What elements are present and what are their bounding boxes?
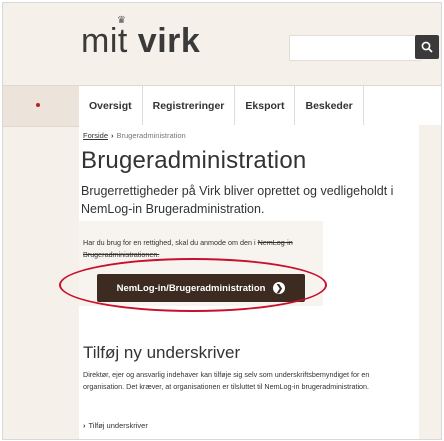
nav-item-beskeder[interactable]: Beskeder — [295, 86, 364, 126]
right-margin — [419, 125, 441, 439]
nav-marker — [36, 103, 40, 107]
nav-item-oversigt[interactable]: Oversigt — [79, 86, 143, 126]
nav-filler — [364, 86, 441, 126]
section-title: Tilføj ny underskriver — [83, 343, 241, 362]
search-icon — [421, 41, 433, 53]
search-input[interactable] — [289, 35, 421, 61]
page-frame: ♛ mit virk Oversigt Registreringer Ekspo… — [2, 2, 442, 440]
highlight-ellipse — [59, 258, 327, 312]
logo[interactable]: mit virk — [81, 21, 200, 61]
logo-brand: virk — [137, 22, 201, 60]
section-text: Direktør, ejer og ansvarlig indehaver ka… — [83, 370, 370, 391]
info-text-part1: Har du brug for en rettighed, skal du an… — [83, 238, 258, 247]
add-signer-link[interactable]: › Tilføj underskriver — [83, 421, 148, 430]
breadcrumb: Forside › Brugeradministration — [83, 131, 186, 140]
page-lead: Brugerrettigheder på Virk bliver oprette… — [81, 184, 394, 216]
main-nav: Oversigt Registreringer Eksport Beskeder — [3, 85, 441, 127]
breadcrumb-separator-icon: › — [111, 131, 114, 140]
breadcrumb-home-link[interactable]: Forside — [83, 131, 108, 140]
breadcrumb-current: Brugeradministration — [116, 131, 186, 140]
page-title: Brugeradministration — [81, 147, 307, 174]
search-button[interactable] — [415, 35, 439, 59]
nav-item-registreringer[interactable]: Registreringer — [143, 86, 236, 126]
site-header: ♛ mit virk — [3, 3, 441, 71]
logo-prefix: mit — [81, 22, 128, 60]
add-signer-link-label: Tilføj underskriver — [88, 421, 148, 430]
nav-item-eksport[interactable]: Eksport — [235, 86, 296, 126]
nav-items: Oversigt Registreringer Eksport Beskeder — [79, 86, 441, 126]
chevron-right-icon: › — [83, 421, 86, 430]
